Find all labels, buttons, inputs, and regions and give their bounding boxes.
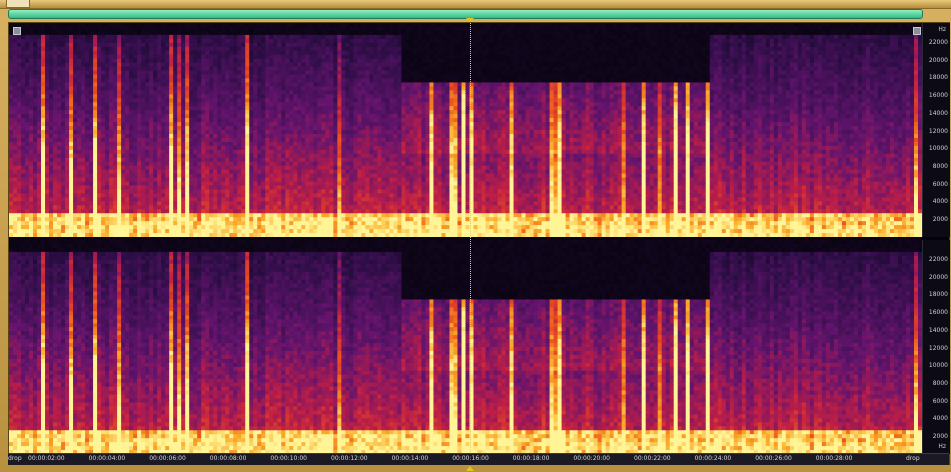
frequency-tick: 4000 [933,415,948,422]
frequency-tick: 6000 [933,181,948,188]
frequency-unit: Hz [938,26,946,33]
frequency-tick: 18000 [929,74,948,81]
frequency-tick: 14000 [929,327,948,334]
time-tick: 00:00:08:00 [210,455,247,462]
time-tick: 00:00:14:00 [392,455,429,462]
time-tick: 00:00:24:00 [695,455,732,462]
frequency-tick: 6000 [933,398,948,405]
frequency-tick: 8000 [933,163,948,170]
frequency-tick: 22000 [929,39,948,46]
channel-left-spectrogram[interactable] [9,23,922,237]
frequency-tick: 4000 [933,198,948,205]
time-tick: 00:00:02:00 [28,455,65,462]
frequency-tick: 12000 [929,128,948,135]
frequency-unit: Hz [938,443,946,450]
time-tick: 00:00:18:00 [513,455,550,462]
frequency-axis-left-channel: Hz 22000 20000 18000 16000 14000 12000 10000 80… [913,23,950,237]
channel-tab[interactable] [6,0,30,8]
frequency-tick: 2000 [933,216,948,223]
time-tick: 00:00:04:00 [89,455,126,462]
frequency-tick: 8000 [933,380,948,387]
spectrogram-image-right [9,240,922,454]
time-tick: 00:00:28:00 [816,455,853,462]
frequency-tick: 16000 [929,309,948,316]
frequency-tick: 2000 [933,433,948,440]
frequency-tick: 10000 [929,145,948,152]
frequency-tick: 22000 [929,256,948,263]
channel-right-spectrogram[interactable] [9,240,922,454]
corner-handle-right[interactable] [913,27,921,35]
frequency-axis-right-channel: Hz 22000 20000 18000 16000 14000 12000 10000 80… [922,240,950,454]
time-tick: 00:00:10:00 [270,455,307,462]
time-tick: 00:00:26:00 [755,455,792,462]
title-strip [0,0,951,9]
spectrogram-image-left [9,23,922,237]
time-tick: 00:00:12:00 [331,455,368,462]
corner-handle-left[interactable] [13,27,21,35]
frequency-tick: 20000 [929,57,948,64]
frequency-tick: 14000 [929,110,948,117]
time-tick: 00:00:22:00 [634,455,671,462]
frequency-tick: 12000 [929,345,948,352]
time-ruler-right-label: drop [906,455,920,462]
frequency-tick: 16000 [929,92,948,99]
time-tick: 00:00:06:00 [149,455,186,462]
frequency-tick: 10000 [929,362,948,369]
spectral-editor-window: Hz 22000 20000 18000 16000 14000 12000 10000 80… [0,0,951,472]
playhead-marker-bottom[interactable] [466,466,474,471]
frequency-tick: 20000 [929,274,948,281]
frequency-tick: 18000 [929,291,948,298]
spectrogram-view[interactable]: Hz 22000 20000 18000 16000 14000 12000 10000 80… [8,22,950,465]
time-ruler-left-label: drop [8,455,22,462]
time-tick: 00:00:20:00 [573,455,610,462]
time-tick: 00:00:16:00 [452,455,489,462]
time-ruler[interactable]: drop drop 00:00:02:00 00:00:04:00 00:00:06… [8,453,949,465]
